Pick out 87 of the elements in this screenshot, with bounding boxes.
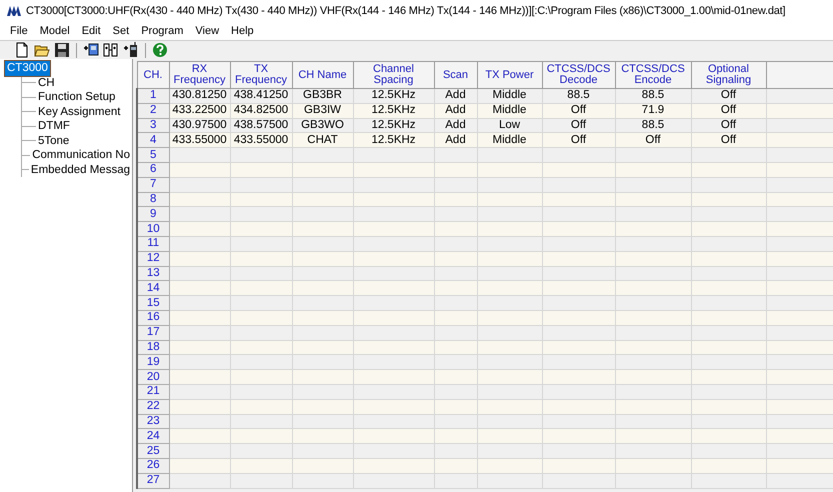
table-cell: Off	[691, 103, 766, 118]
table-cell: Off	[542, 132, 615, 148]
tree-item[interactable]: Communication No	[30, 148, 132, 162]
column-header[interactable]: CH.	[137, 62, 169, 88]
row-header[interactable]: 5	[137, 148, 169, 162]
column-header[interactable]: TX Frequency	[230, 62, 292, 88]
column-header[interactable]: TX Power	[477, 62, 542, 88]
tree-item[interactable]: 5Tone	[36, 134, 72, 148]
radios-icon[interactable]	[103, 42, 119, 58]
row-header[interactable]: 23	[137, 414, 169, 429]
row-header[interactable]: 6	[137, 162, 169, 178]
menu-item[interactable]: Set	[106, 25, 136, 37]
tree-item[interactable]: CT3000	[5, 61, 50, 76]
table-cell: 71.9	[615, 103, 691, 118]
row-header[interactable]: 21	[137, 384, 169, 400]
table-cell: Middle	[477, 88, 542, 104]
menu-item[interactable]: Program	[135, 25, 190, 37]
write-radio-icon[interactable]	[123, 42, 139, 58]
table-cell: 12.5KHz	[353, 88, 434, 104]
menu-item[interactable]: Edit	[76, 25, 107, 37]
column-header[interactable]: Scan	[434, 62, 477, 88]
window-title: CT3000[CT3000:UHF(Rx(430 - 440 MHz) Tx(430 - 440 MHz)) VHF(Rx(144 - 146 MHz) Tx(144 - 146 MHz))][:C:\Program Files (x86)\CT3000_1.00\mid-01new.dat]	[26, 5, 786, 17]
table-cell: Off	[691, 132, 766, 148]
row-header[interactable]: 3	[137, 118, 169, 133]
table-cell: 12.5KHz	[353, 132, 434, 148]
app-logo-icon	[7, 6, 21, 16]
table-cell: 12.5KHz	[353, 103, 434, 118]
row-header[interactable]: 15	[137, 296, 169, 310]
table-cell: 430.81250	[169, 88, 230, 104]
row-header[interactable]: 16	[137, 310, 169, 326]
menu-item[interactable]: Help	[225, 25, 260, 37]
help-icon[interactable]	[152, 42, 168, 58]
row-header[interactable]: 20	[137, 370, 169, 384]
table-cell: 433.22500	[169, 103, 230, 118]
row-header[interactable]: 26	[137, 458, 169, 474]
tree-item[interactable]: CH	[36, 76, 57, 90]
row-header[interactable]: 9	[137, 206, 169, 222]
table-cell: CHAT	[292, 132, 353, 148]
row-header[interactable]: 27	[137, 473, 169, 488]
table-cell: GB3IW	[292, 103, 353, 118]
table-cell: 433.55000	[169, 132, 230, 148]
table-cell: 88.5	[542, 88, 615, 104]
table-cell: Off	[615, 132, 691, 148]
row-header[interactable]: 18	[137, 340, 169, 355]
row-header[interactable]: 7	[137, 177, 169, 192]
column-header[interactable]: CTCSS/DCS Encode	[615, 62, 691, 88]
column-header[interactable]: CTCSS/DCS Decode	[542, 62, 615, 88]
table-cell: Add	[434, 103, 477, 118]
row-header[interactable]: 8	[137, 192, 169, 207]
column-header[interactable]: Optional Signaling	[691, 62, 766, 88]
row-header[interactable]: 11	[137, 236, 169, 252]
column-header[interactable]: Channel Spacing	[353, 62, 434, 88]
menu-item[interactable]: View	[189, 25, 226, 37]
table-cell: GB3BR	[292, 88, 353, 104]
row-header[interactable]: 14	[137, 280, 169, 296]
row-header[interactable]: 2	[137, 103, 169, 118]
table-cell: Off	[691, 88, 766, 104]
table-cell: 434.82500	[230, 103, 292, 118]
table-cell: Middle	[477, 132, 542, 148]
row-header[interactable]: 24	[137, 428, 169, 444]
new-file-icon[interactable]	[14, 42, 30, 58]
menu-item[interactable]: Model	[34, 25, 76, 37]
menu-item[interactable]: File	[4, 25, 34, 37]
tree-item[interactable]: DTMF	[36, 119, 72, 134]
row-header[interactable]: 10	[137, 222, 169, 236]
save-icon[interactable]	[54, 42, 70, 58]
column-header[interactable]: RX Frequency	[169, 62, 230, 88]
row-header[interactable]: 25	[137, 444, 169, 458]
tree-item[interactable]: Function Setup	[36, 90, 118, 104]
table-cell: Middle	[477, 103, 542, 118]
row-header[interactable]: 4	[137, 132, 169, 148]
tree-item[interactable]: Embedded Messag	[28, 162, 132, 177]
table-cell: 433.55000	[230, 132, 292, 148]
row-header[interactable]: 1	[137, 88, 169, 104]
table-cell: 438.41250	[230, 88, 292, 104]
row-header[interactable]: 22	[137, 399, 169, 414]
row-header[interactable]: 13	[137, 266, 169, 281]
read-radio-icon[interactable]	[83, 42, 99, 58]
row-header[interactable]: 19	[137, 354, 169, 370]
tree-item[interactable]: Key Assignment	[36, 104, 122, 119]
table-cell: 88.5	[615, 88, 691, 104]
table-cell: Add	[434, 88, 477, 104]
row-header[interactable]: 17	[137, 325, 169, 340]
table-cell: Add	[434, 132, 477, 148]
row-header[interactable]: 12	[137, 251, 169, 266]
table-cell: Off	[542, 103, 615, 118]
column-header[interactable]: CH Name	[292, 62, 353, 88]
